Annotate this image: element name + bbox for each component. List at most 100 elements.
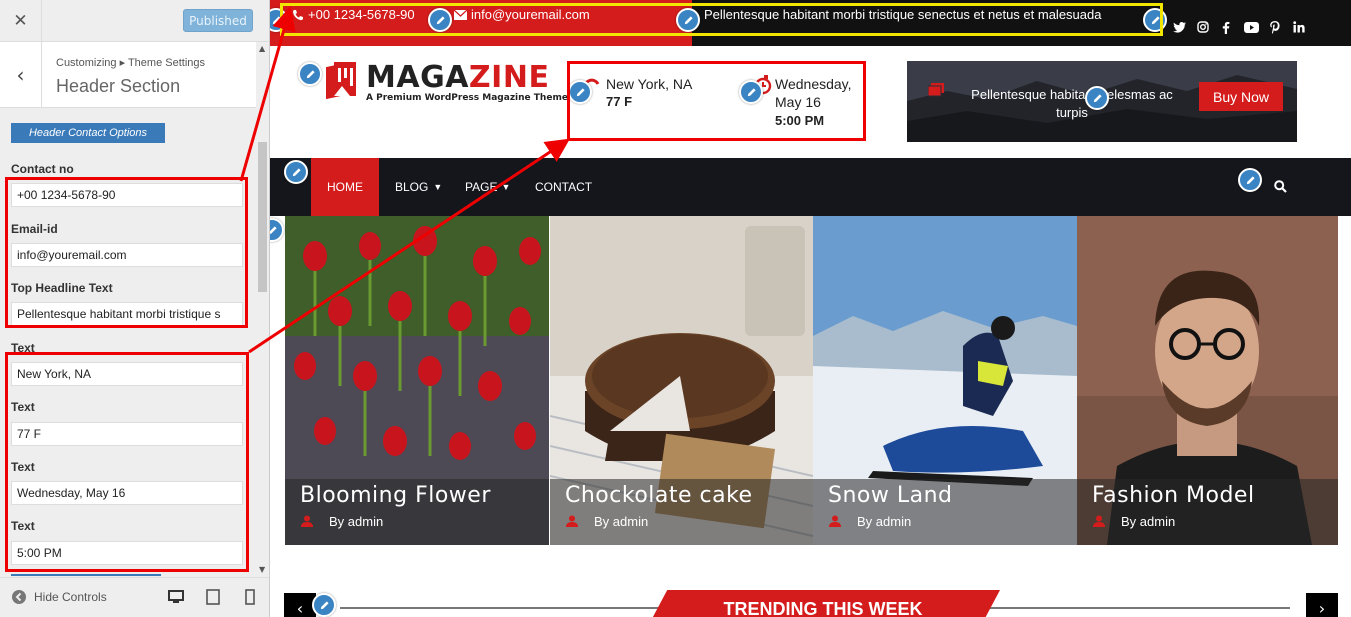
scroll-up-icon[interactable]: ▲ bbox=[259, 44, 265, 53]
logo-word-black: MAGA bbox=[366, 60, 469, 95]
post-card[interactable]: Snow Land By admin bbox=[813, 216, 1077, 545]
header-contact-options-button[interactable]: Header Contact Options bbox=[11, 123, 165, 143]
headline-input[interactable]: Pellentesque habitant morbi tristique s bbox=[11, 302, 243, 326]
customizer-sidebar: ✕ Published ‹ Customizing ▸ Theme Settin… bbox=[0, 0, 270, 617]
next-arrow-icon[interactable]: › bbox=[1306, 593, 1338, 617]
back-chevron-icon[interactable]: ‹ bbox=[0, 42, 42, 107]
logo-word-red: ZINE bbox=[468, 60, 550, 95]
text-label-4: Text bbox=[11, 519, 35, 533]
post-card[interactable]: Fashion Model By admin bbox=[1077, 216, 1338, 545]
linkedin-icon[interactable] bbox=[1293, 21, 1305, 36]
magazine-logo-icon bbox=[326, 62, 356, 100]
post-card[interactable]: Blooming Flower By admin bbox=[285, 216, 549, 545]
blog-caret-icon: ▼ bbox=[433, 182, 443, 192]
edit-pencil-icon[interactable] bbox=[676, 8, 700, 32]
card-overlay: Chockolate cake By admin bbox=[550, 479, 813, 545]
section-title: Header Section bbox=[56, 76, 181, 96]
nav-blog[interactable]: BLOG ▼ bbox=[395, 158, 442, 216]
edit-pencil-icon[interactable] bbox=[298, 62, 322, 86]
facebook-icon[interactable] bbox=[1222, 21, 1230, 37]
mobile-preview-icon[interactable] bbox=[242, 589, 258, 605]
email-label: Email-id bbox=[11, 222, 58, 236]
buy-now-button[interactable]: Buy Now bbox=[1199, 82, 1283, 111]
edit-pencil-icon[interactable] bbox=[284, 160, 308, 184]
card-title[interactable]: Blooming Flower bbox=[300, 483, 491, 508]
card-title[interactable]: Snow Land bbox=[828, 483, 953, 508]
edit-pencil-icon[interactable] bbox=[1085, 86, 1109, 110]
time-input[interactable]: 5:00 PM bbox=[11, 541, 243, 565]
instagram-icon[interactable] bbox=[1197, 21, 1209, 36]
edit-pencil-icon[interactable] bbox=[568, 80, 592, 104]
email-input[interactable]: info@youremail.com bbox=[11, 243, 243, 267]
site-preview: +00 1234-5678-90 info@youremail.com Pell… bbox=[270, 0, 1351, 617]
tablet-preview-icon[interactable] bbox=[205, 589, 221, 605]
user-icon bbox=[829, 515, 841, 527]
nav-blog-label: BLOG bbox=[395, 180, 429, 194]
trending-heading: TRENDING THIS WEEK bbox=[723, 599, 923, 617]
user-icon bbox=[566, 515, 578, 527]
date-input[interactable]: Wednesday, May 16 bbox=[11, 481, 243, 505]
section-heading: ‹ Customizing ▸ Theme Settings Header Se… bbox=[0, 42, 269, 108]
next-section-edge bbox=[11, 574, 161, 576]
logo-tagline: A Premium WordPress Magazine Theme bbox=[366, 93, 568, 103]
twitter-icon[interactable] bbox=[1173, 22, 1186, 36]
scrollbar-thumb[interactable] bbox=[258, 142, 267, 292]
scroll-down-icon[interactable]: ▼ bbox=[259, 565, 265, 574]
temperature-input[interactable]: 77 F bbox=[11, 422, 243, 446]
controls-panel: Header Contact Options Contact no +00 12… bbox=[0, 108, 256, 576]
text-label-3: Text bbox=[11, 460, 35, 474]
card-title[interactable]: Fashion Model bbox=[1092, 483, 1255, 508]
edit-pencil-icon[interactable] bbox=[1238, 168, 1262, 192]
headline-label: Top Headline Text bbox=[11, 281, 113, 295]
card-title[interactable]: Chockolate cake bbox=[565, 483, 753, 508]
topbar-phone: +00 1234-5678-90 bbox=[308, 7, 415, 22]
mail-icon bbox=[454, 10, 467, 20]
edit-pencil-icon[interactable] bbox=[270, 218, 284, 242]
topbar-headline: Pellentesque habitant morbi tristique se… bbox=[704, 7, 1102, 22]
desktop-preview-icon[interactable] bbox=[168, 589, 184, 605]
sidebar-scrollbar[interactable]: ▲ ▼ bbox=[256, 42, 269, 576]
collapse-icon bbox=[12, 590, 26, 604]
contact-no-label: Contact no bbox=[11, 162, 74, 176]
nav-page-label: PAGE bbox=[465, 180, 498, 194]
card-author[interactable]: By admin bbox=[329, 514, 383, 529]
logo-wordmark: MAGAZINE bbox=[366, 60, 549, 95]
nav-home[interactable]: HOME bbox=[311, 158, 379, 216]
time-text: 5:00 PM bbox=[775, 113, 825, 128]
temperature-text: 77 F bbox=[606, 94, 633, 109]
user-icon bbox=[301, 515, 313, 527]
ad-text: Pellentesque habitant helesmas ac turpis bbox=[971, 87, 1173, 120]
youtube-icon[interactable] bbox=[1244, 22, 1259, 36]
card-overlay: Fashion Model By admin bbox=[1077, 479, 1338, 545]
card-author[interactable]: By admin bbox=[594, 514, 648, 529]
text-label-2: Text bbox=[11, 400, 35, 414]
card-author[interactable]: By admin bbox=[857, 514, 911, 529]
hide-controls-label: Hide Controls bbox=[34, 590, 107, 604]
main-nav: HOME BLOG ▼ PAGE ▼ CONTACT bbox=[270, 158, 1351, 216]
date-block: Wednesday, May 16 5:00 PM bbox=[775, 75, 863, 130]
location-input[interactable]: New York, NA bbox=[11, 362, 243, 386]
card-author[interactable]: By admin bbox=[1121, 514, 1175, 529]
text-label-1: Text bbox=[11, 341, 35, 355]
edit-pencil-icon[interactable] bbox=[739, 80, 763, 104]
phone-icon bbox=[293, 10, 303, 21]
date-text: Wednesday, May 16 bbox=[775, 76, 852, 110]
breadcrumb: Customizing ▸ Theme Settings bbox=[56, 57, 205, 69]
search-icon[interactable] bbox=[1274, 180, 1287, 193]
nav-page[interactable]: PAGE ▼ bbox=[465, 158, 510, 216]
publish-button[interactable]: Published bbox=[183, 9, 253, 32]
post-card[interactable]: Chockolate cake By admin bbox=[550, 216, 813, 545]
edit-pencil-icon[interactable] bbox=[312, 593, 336, 617]
hide-controls-button[interactable]: Hide Controls bbox=[12, 590, 107, 604]
edit-pencil-icon[interactable] bbox=[428, 8, 452, 32]
card-overlay: Snow Land By admin bbox=[813, 479, 1077, 545]
edit-pencil-icon[interactable] bbox=[1143, 8, 1167, 32]
nav-contact[interactable]: CONTACT bbox=[535, 158, 592, 216]
pinterest-icon[interactable] bbox=[1270, 21, 1280, 37]
customizer-footer: Hide Controls bbox=[0, 577, 269, 617]
customizer-header: ✕ Published bbox=[0, 0, 269, 42]
image-gallery-icon bbox=[928, 83, 944, 97]
contact-no-input[interactable]: +00 1234-5678-90 bbox=[11, 183, 243, 207]
location-text: New York, NA bbox=[606, 76, 693, 92]
close-icon[interactable]: ✕ bbox=[0, 0, 42, 41]
